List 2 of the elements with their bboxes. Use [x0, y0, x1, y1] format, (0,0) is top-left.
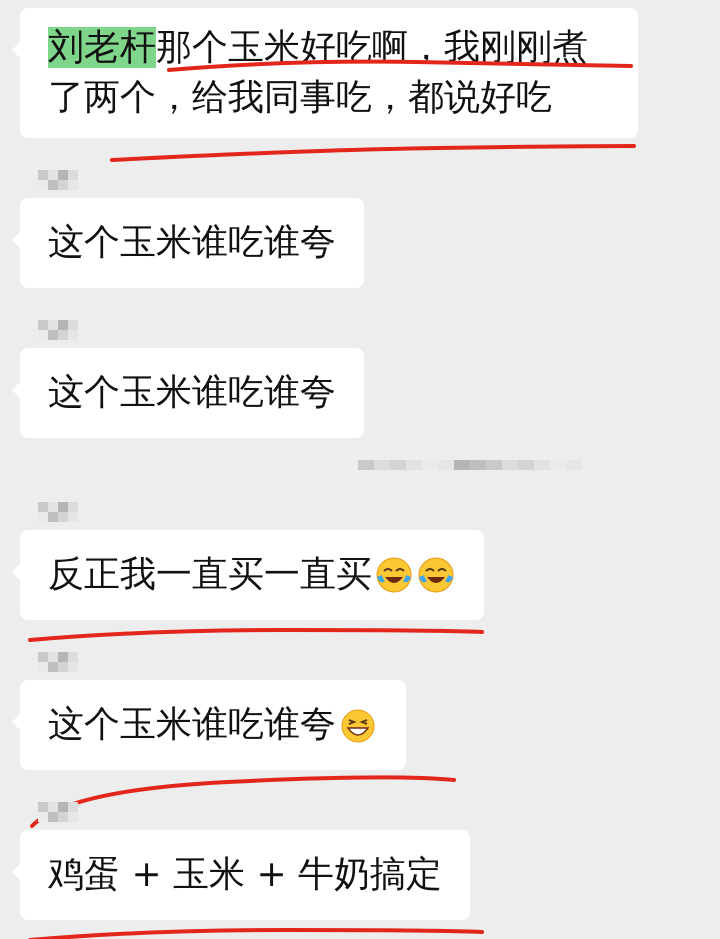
tears-of-joy-emoji-icon — [416, 555, 456, 595]
tears-of-joy-emoji-icon — [374, 555, 414, 595]
